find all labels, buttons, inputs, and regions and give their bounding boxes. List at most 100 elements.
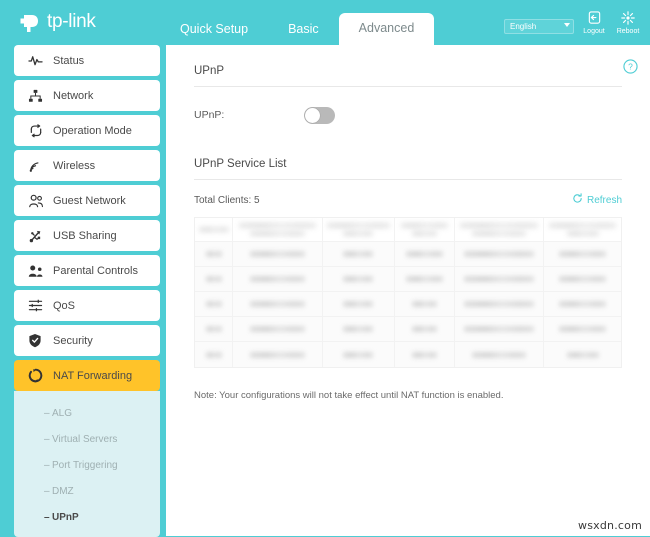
table-cell [395, 242, 455, 266]
submenu-item-alg[interactable]: – ALG [14, 401, 160, 427]
submenu-label-virtual-servers: Virtual Servers [52, 434, 118, 445]
table-cell [455, 242, 545, 266]
sidebar-label-usb-sharing: USB Sharing [53, 229, 117, 242]
sidebar-submenu-nat-forwarding: – ALG – Virtual Servers – Port Triggering –… [14, 391, 160, 537]
reboot-icon [611, 9, 645, 26]
upnp-toggle-switch[interactable] [304, 106, 335, 124]
reboot-label: Reboot [616, 28, 640, 35]
loop-arrows-icon [28, 123, 48, 138]
table-cell [455, 317, 545, 341]
service-list-toolbar: Total Clients: 5 Refresh [194, 191, 622, 209]
table-cell [233, 267, 323, 291]
submenu-label-dmz: DMZ [52, 486, 74, 497]
table-cell [195, 267, 234, 291]
table-cell [455, 342, 545, 367]
table-cell [195, 242, 234, 266]
table-cell [233, 342, 323, 367]
submenu-label-upnp: UPnP [52, 512, 79, 523]
submenu-item-upnp[interactable]: – UPnP [14, 505, 160, 531]
upnp-service-table [194, 217, 622, 368]
table-cell [395, 317, 455, 341]
logout-label: Logout [583, 28, 605, 35]
sidebar-item-operation-mode[interactable]: Operation Mode [14, 115, 160, 146]
tplink-logo[interactable]: tp-link [18, 8, 96, 36]
table-cell [233, 292, 323, 316]
sidebar-label-guest-network: Guest Network [53, 194, 126, 207]
sidebar-label-operation-mode: Operation Mode [53, 124, 132, 137]
upnp-field-label: UPnP: [194, 109, 225, 121]
refresh-button[interactable]: Refresh [572, 191, 622, 209]
reboot-button[interactable]: Reboot [611, 9, 645, 36]
table-cell [395, 342, 455, 367]
total-clients-label: Total Clients: 5 [194, 194, 260, 206]
dash-marker-icon: – [44, 460, 50, 471]
table-row [195, 317, 621, 342]
usb-icon [28, 229, 48, 243]
table-cell [233, 242, 323, 266]
sidebar-label-network: Network [53, 89, 94, 102]
table-row [195, 292, 621, 317]
sidebar-item-wireless[interactable]: Wireless [14, 150, 160, 181]
sidebar-label-parental-controls: Parental Controls [53, 264, 138, 277]
chevron-down-icon[interactable] [564, 23, 570, 27]
submenu-item-virtual-servers[interactable]: – Virtual Servers [14, 427, 160, 453]
table-cell [455, 267, 545, 291]
table-cell [395, 292, 455, 316]
submenu-label-port-triggering: Port Triggering [52, 460, 118, 471]
sidebar: Status Network Operation Mode Wireless G… [14, 45, 160, 537]
table-cell [544, 317, 621, 341]
tab-quick-setup[interactable]: Quick Setup [160, 14, 268, 45]
submenu-item-port-triggering[interactable]: – Port Triggering [14, 453, 160, 479]
sidebar-item-status[interactable]: Status [14, 45, 160, 76]
nat-forwarding-icon [28, 368, 48, 383]
dash-marker-icon: – [44, 486, 50, 497]
sidebar-label-status: Status [53, 54, 85, 67]
table-cell [544, 342, 621, 367]
table-cell [323, 242, 396, 266]
top-bar: tp-link Quick Setup Basic Advanced Engli… [0, 0, 650, 45]
dash-marker-icon: – [44, 512, 50, 523]
table-cell [544, 292, 621, 316]
table-cell [233, 317, 323, 341]
table-cell [455, 292, 545, 316]
table-cell [195, 292, 234, 316]
content-panel: ? UPnP UPnP: UPnP Service List Total Cli… [166, 45, 650, 536]
sidebar-item-network[interactable]: Network [14, 80, 160, 111]
sidebar-label-nat-forwarding: NAT Forwarding [53, 369, 133, 382]
logout-button[interactable]: Logout [577, 9, 611, 36]
table-cell [323, 342, 396, 367]
tab-basic[interactable]: Basic [268, 14, 339, 45]
table-cell [544, 267, 621, 291]
network-tree-icon [28, 89, 48, 103]
sidebar-label-security: Security [53, 334, 93, 347]
sidebar-item-security[interactable]: Security [14, 325, 160, 356]
main-nav-tabs: Quick Setup Basic Advanced [160, 13, 435, 45]
table-cell [323, 267, 396, 291]
refresh-label: Refresh [586, 194, 622, 206]
shield-check-icon [28, 333, 48, 348]
sidebar-item-guest-network[interactable]: Guest Network [14, 185, 160, 216]
table-cell [323, 292, 396, 316]
sliders-icon [28, 299, 48, 312]
tplink-logo-text: tp-link [47, 11, 96, 32]
upnp-toggle-row: UPnP: [194, 105, 622, 125]
sidebar-item-usb-sharing[interactable]: USB Sharing [14, 220, 160, 251]
pulse-icon [28, 54, 48, 67]
toggle-knob [305, 107, 320, 123]
watermark: wsxdn.com [578, 519, 642, 532]
logout-icon [577, 9, 611, 26]
table-header-row [195, 218, 621, 242]
table-cell [323, 317, 396, 341]
upnp-section-title: UPnP [194, 65, 622, 87]
sidebar-item-parental-controls[interactable]: Parental Controls [14, 255, 160, 286]
tplink-logo-icon [18, 9, 44, 35]
submenu-item-dmz[interactable]: – DMZ [14, 479, 160, 505]
svg-text:?: ? [628, 62, 633, 72]
sidebar-item-nat-forwarding[interactable]: NAT Forwarding [14, 360, 160, 391]
sidebar-item-qos[interactable]: QoS [14, 290, 160, 321]
tab-advanced[interactable]: Advanced [338, 13, 435, 45]
table-row [195, 267, 621, 292]
table-row [195, 342, 621, 367]
table-header-cell [395, 218, 455, 241]
help-question-icon[interactable]: ? [623, 59, 638, 79]
